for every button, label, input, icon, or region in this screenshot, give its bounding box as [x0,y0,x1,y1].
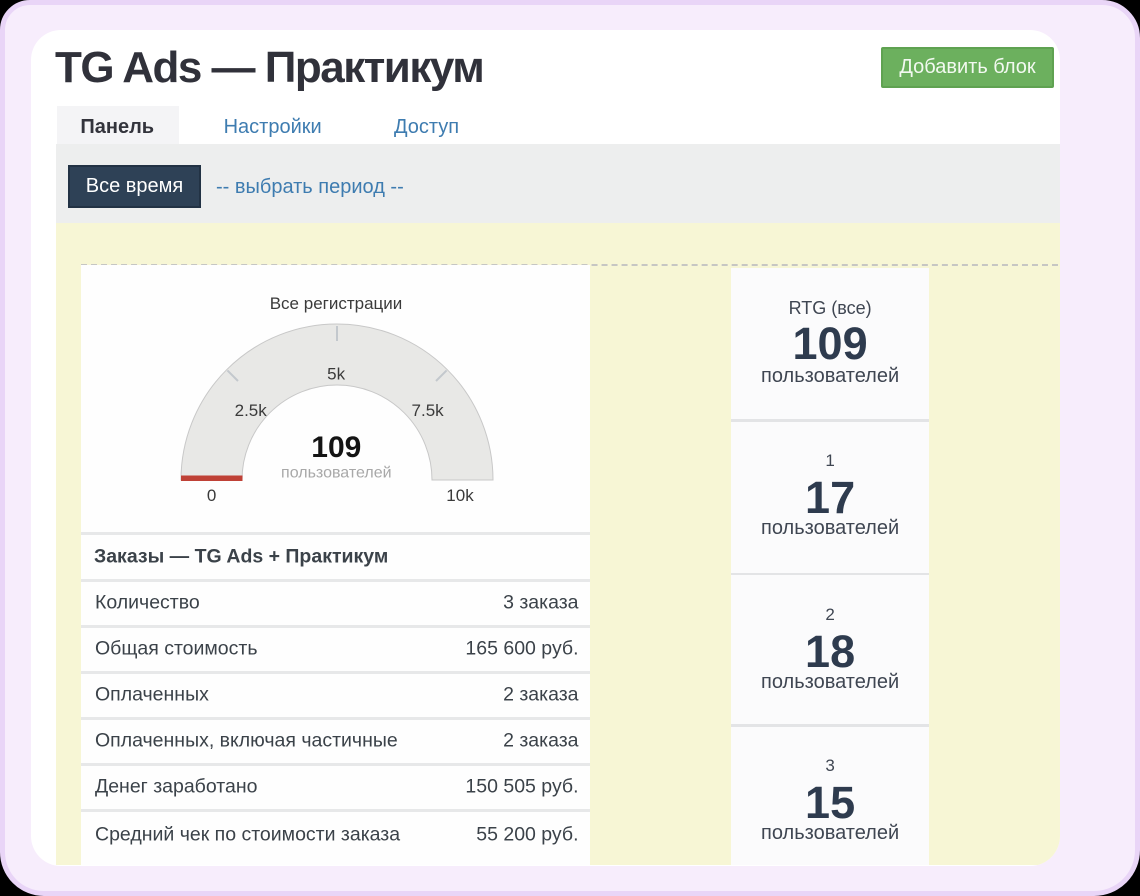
svg-text:7.5k: 7.5k [412,401,445,420]
svg-text:10k: 10k [446,486,474,505]
svg-text:пользователей: пользователей [281,465,392,482]
svg-text:0: 0 [207,486,216,505]
svg-text:2.5k: 2.5k [235,401,268,420]
svg-text:5k: 5k [327,365,345,384]
svg-text:Все регистрации: Все регистрации [270,294,403,313]
svg-text:109: 109 [311,431,361,464]
